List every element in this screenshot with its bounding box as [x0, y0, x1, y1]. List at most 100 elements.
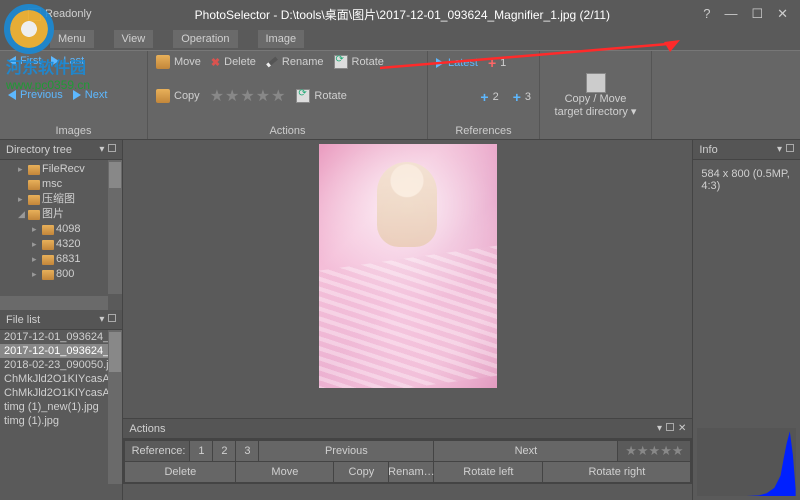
ribbon-group-references: References [436, 123, 531, 137]
next-icon [73, 90, 81, 100]
histogram-chart [697, 428, 796, 496]
panel-menu-icon[interactable]: ▾ [777, 144, 782, 155]
menu-menu[interactable]: Menu [50, 30, 94, 48]
rotate2-button[interactable]: Rotate [296, 89, 346, 103]
last-icon [51, 56, 59, 66]
displayed-image [319, 144, 497, 388]
readonly-checkbox[interactable]: Readonly [28, 8, 91, 21]
ref-btn-3[interactable]: 3 [236, 441, 258, 461]
image-viewer[interactable] [123, 140, 692, 418]
panel-menu-icon[interactable]: ▾ [99, 144, 104, 155]
file-list-item[interactable]: timg (1).jpg [0, 414, 122, 428]
panel-rotate-right-button[interactable]: Rotate right [543, 462, 690, 482]
info-panel-header: Info ▾ [693, 140, 800, 160]
pin-icon[interactable] [786, 144, 794, 152]
file-list-item[interactable]: 2017-12-01_093624_M [0, 344, 122, 358]
pin-icon[interactable] [666, 423, 674, 431]
panel-menu-icon[interactable]: ▾ [657, 423, 662, 434]
menubar: Menu View Operation Image [0, 28, 800, 50]
panel-previous-button[interactable]: Previous [259, 441, 433, 461]
rating-stars[interactable]: ★★★★★ [210, 86, 287, 106]
panel-rename-button[interactable]: Renam… [389, 462, 433, 482]
titlebar: Readonly PhotoSelector - D:\tools\桌面\图片\… [0, 0, 800, 28]
file-list-item[interactable]: 2017-12-01_093624_la [0, 330, 122, 344]
panel-menu-icon[interactable]: ▾ [99, 314, 104, 325]
latest-button[interactable]: Latest [436, 57, 478, 69]
panel-copy-button[interactable]: Copy [334, 462, 388, 482]
tree-item[interactable]: ▸ 4320 [4, 237, 118, 252]
tree-scrollbar-v[interactable] [108, 160, 122, 294]
pin-icon[interactable] [108, 144, 116, 152]
directory-tree[interactable]: ▸ FileRecv msc▸ 压缩图◢ 图片▸ 4098▸ 4320▸ 683… [0, 160, 122, 310]
delete-button[interactable]: ✖Delete [211, 56, 256, 69]
directory-tree-header: Directory tree ▾ [0, 140, 122, 160]
actions-panel-title: Actions [129, 423, 165, 435]
ref1-button[interactable]: +1 [488, 55, 506, 71]
plus-icon: + [488, 55, 496, 71]
ref-btn-2[interactable]: 2 [213, 441, 235, 461]
next-button[interactable]: Next [73, 89, 108, 101]
ref-btn-1[interactable]: 1 [190, 441, 212, 461]
tree-item[interactable]: ▸ 800 [4, 267, 118, 282]
tree-item[interactable]: ▸ 压缩图 [4, 192, 118, 207]
panel-move-button[interactable]: Move [236, 462, 333, 482]
app-icon [4, 5, 22, 23]
target-dir-button[interactable]: Copy / Move target directory ▾ [555, 93, 637, 119]
plus-icon: + [513, 89, 521, 105]
tree-item[interactable]: ▸ 6831 [4, 252, 118, 267]
image-dimensions: 584 x 800 (0.5MP, 4:3) [701, 168, 792, 192]
close-icon[interactable]: ✕ [777, 6, 788, 22]
rotate-icon [334, 55, 348, 69]
latest-icon [436, 58, 444, 68]
previous-button[interactable]: Previous [8, 89, 63, 101]
help-icon[interactable]: ? [703, 6, 710, 22]
ribbon: First Last Previous Next Images Move ✖De… [0, 50, 800, 140]
file-list[interactable]: 2017-12-01_093624_la2017-12-01_093624_M2… [0, 330, 122, 500]
minimize-icon[interactable]: — [724, 6, 737, 22]
info-panel-title: Info [699, 144, 717, 156]
menu-view[interactable]: View [114, 30, 154, 48]
filelist-scrollbar-v[interactable] [108, 330, 122, 484]
first-button[interactable]: First [8, 55, 41, 67]
copy-button[interactable]: Copy [156, 89, 200, 103]
ribbon-group-images: Images [8, 123, 139, 137]
copy-icon [156, 89, 170, 103]
tree-item[interactable]: ◢ 图片 [4, 207, 118, 222]
prev-icon [8, 90, 16, 100]
move-button[interactable]: Move [156, 55, 201, 69]
tree-scrollbar-h[interactable] [0, 296, 108, 310]
window-title: PhotoSelector - D:\tools\桌面\图片\2017-12-0… [101, 6, 703, 23]
file-list-title: File list [6, 314, 40, 326]
close-panel-icon[interactable]: ✕ [678, 423, 686, 434]
pin-icon[interactable] [108, 314, 116, 322]
file-list-item[interactable]: timg (1)_new(1).jpg [0, 400, 122, 414]
delete-icon: ✖ [211, 56, 220, 69]
target-dir-icon [586, 73, 606, 93]
maximize-icon[interactable]: ☐ [751, 6, 763, 22]
ref2-button[interactable]: +2 [480, 89, 498, 105]
ref3-button[interactable]: +3 [513, 89, 531, 105]
file-list-item[interactable]: ChMkJld2O1KIYcasAA [0, 386, 122, 400]
last-button[interactable]: Last [51, 55, 84, 67]
tree-item[interactable]: msc [4, 177, 118, 192]
panel-rotate-left-button[interactable]: Rotate left [434, 462, 542, 482]
rotate-button[interactable]: Rotate [334, 55, 384, 69]
file-list-item[interactable]: 2018-02-23_090050.jp [0, 358, 122, 372]
tree-item[interactable]: ▸ 4098 [4, 222, 118, 237]
first-icon [8, 56, 16, 66]
pen-icon [266, 57, 278, 68]
folder-icon [156, 55, 170, 69]
directory-tree-title: Directory tree [6, 144, 72, 156]
file-list-item[interactable]: ChMkJld2O1KIYcasAA [0, 372, 122, 386]
panel-rating-stars[interactable]: ★★★★★ [618, 441, 690, 461]
tree-item[interactable]: ▸ FileRecv [4, 162, 118, 177]
ribbon-group-actions: Actions [156, 123, 419, 137]
menu-image[interactable]: Image [258, 30, 305, 48]
rename-button[interactable]: Rename [266, 56, 324, 68]
actions-panel-header: Actions ▾ ✕ [123, 419, 692, 439]
file-list-header: File list ▾ [0, 310, 122, 330]
panel-next-button[interactable]: Next [434, 441, 617, 461]
panel-delete-button[interactable]: Delete [125, 462, 235, 482]
menu-operation[interactable]: Operation [173, 30, 237, 48]
rotate2-icon [296, 89, 310, 103]
